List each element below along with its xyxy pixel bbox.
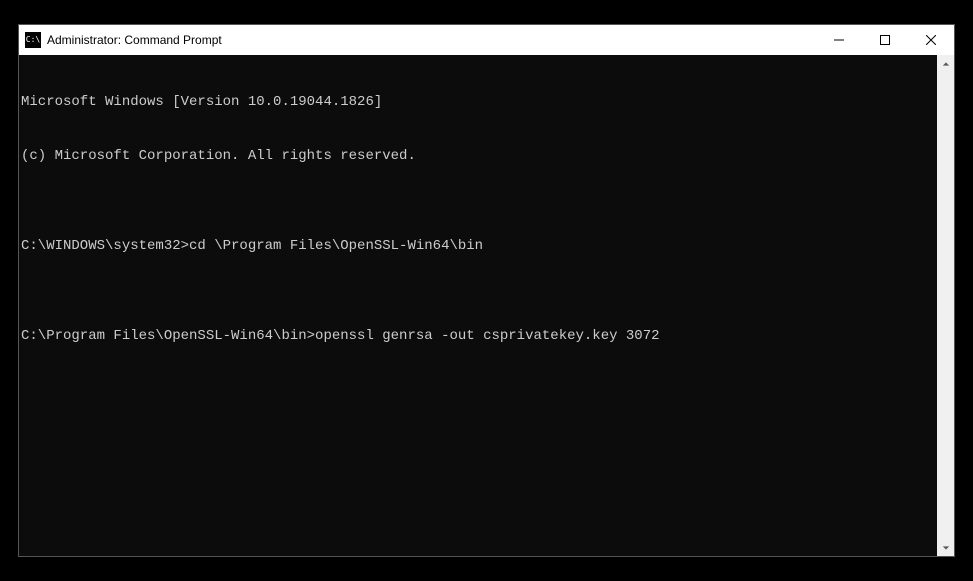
scroll-up-button[interactable]: [937, 55, 954, 72]
cmd-icon: C:\: [25, 32, 41, 48]
terminal-line: C:\Program Files\OpenSSL-Win64\bin>opens…: [21, 327, 937, 345]
close-button[interactable]: [908, 25, 954, 55]
scroll-down-button[interactable]: [937, 539, 954, 556]
scroll-track[interactable]: [937, 72, 954, 539]
window-titlebar[interactable]: C:\ Administrator: Command Prompt: [19, 25, 954, 55]
minimize-button[interactable]: [816, 25, 862, 55]
client-area: Microsoft Windows [Version 10.0.19044.18…: [19, 55, 954, 556]
vertical-scrollbar[interactable]: [937, 55, 954, 556]
maximize-button[interactable]: [862, 25, 908, 55]
terminal-output[interactable]: Microsoft Windows [Version 10.0.19044.18…: [19, 55, 937, 556]
close-icon: [926, 35, 936, 45]
chevron-down-icon: [942, 544, 950, 552]
terminal-line: Microsoft Windows [Version 10.0.19044.18…: [21, 93, 937, 111]
chevron-up-icon: [942, 60, 950, 68]
command-prompt-window: C:\ Administrator: Command Prompt Micros…: [18, 24, 955, 557]
terminal-line: (c) Microsoft Corporation. All rights re…: [21, 147, 937, 165]
minimize-icon: [834, 35, 844, 45]
window-title: Administrator: Command Prompt: [47, 33, 816, 47]
terminal-line: C:\WINDOWS\system32>cd \Program Files\Op…: [21, 237, 937, 255]
maximize-icon: [880, 35, 890, 45]
window-controls: [816, 25, 954, 55]
